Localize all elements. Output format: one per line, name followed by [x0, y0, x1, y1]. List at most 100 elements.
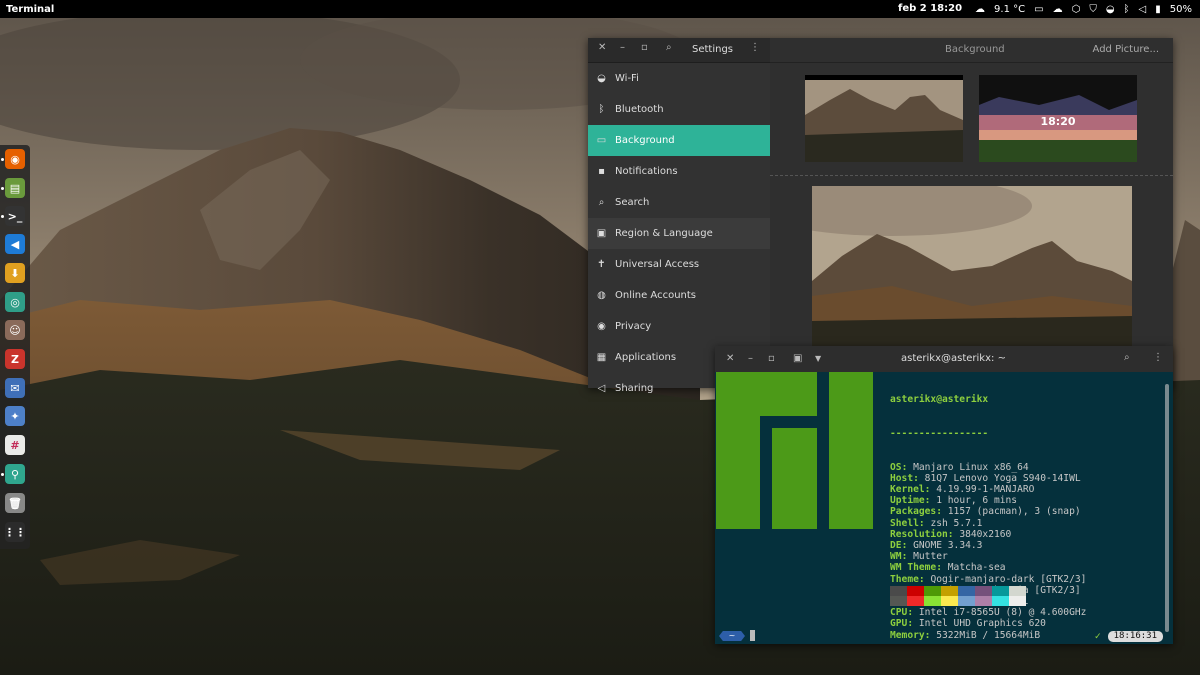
info-value: 5322MiB / 15664MiB — [936, 629, 1041, 641]
sidebar-item-online-accounts[interactable]: ◍ Online Accounts — [588, 280, 770, 311]
info-key: Host — [890, 472, 914, 484]
info-value: 81Q7 Lenovo Yoga S940-14IWL — [924, 472, 1081, 484]
logo-block — [716, 416, 760, 529]
info-value: Intel UHD Graphics 620 — [918, 618, 1046, 630]
vscode-icon[interactable]: ◀ — [5, 234, 25, 254]
trash-icon[interactable]: 🗑 — [5, 493, 25, 513]
info-colon: : — [901, 461, 914, 473]
extension-icon[interactable]: ⬡ — [1072, 4, 1081, 15]
sidebar-item-label: Background — [615, 135, 675, 146]
clock[interactable]: feb 2 18:20 — [898, 3, 962, 14]
cast-icon[interactable]: ▭ — [1034, 4, 1043, 15]
close-icon[interactable]: ✕ — [598, 42, 606, 53]
info-key: GPU — [890, 618, 908, 630]
running-indicator — [1, 473, 4, 476]
palette-column — [975, 586, 992, 606]
kdeconnect-icon[interactable]: ⚲ — [5, 464, 25, 484]
palette-swatch — [975, 586, 992, 596]
add-picture-button[interactable]: Add Picture... — [1093, 44, 1159, 55]
info-colon: : — [918, 573, 931, 585]
sidebar-item-search[interactable]: ⌕ Search — [588, 187, 770, 218]
cloud-icon[interactable]: ☁ — [1053, 4, 1063, 15]
separator-line: ----------------- — [890, 428, 989, 440]
info-colon: : — [924, 484, 937, 496]
vpn-shield-icon[interactable]: ⛉ — [1089, 4, 1097, 15]
battery-icon[interactable]: ▮ — [1155, 4, 1161, 15]
new-tab-icon[interactable]: ▣ — [793, 353, 802, 364]
browser-icon[interactable]: ◎ — [5, 292, 25, 312]
lock-screen-thumbnail[interactable]: 18:20 — [979, 75, 1137, 162]
sidebar-item-wi-fi[interactable]: ◒ Wi-Fi — [588, 63, 770, 94]
info-colon: : — [936, 562, 948, 574]
palette-swatch — [992, 596, 1009, 606]
prompt-status: ✓ 18:16:31 — [1094, 631, 1163, 642]
top-bar: Terminal feb 2 18:20 ☁ 9.1 °C ▭ ☁ ⬡ ⛉ ◒ … — [0, 0, 1200, 18]
search-icon[interactable]: ⌕ — [1124, 352, 1130, 363]
mail-icon[interactable]: ✉ — [5, 378, 25, 398]
check-icon: ✓ — [1094, 631, 1102, 642]
maximize-icon[interactable]: ▫ — [641, 42, 648, 53]
info-colon: : — [913, 472, 925, 484]
minimize-icon[interactable]: – — [748, 353, 753, 364]
sidebar-item-privacy[interactable]: ◉ Privacy — [588, 311, 770, 342]
terminal-scrollbar[interactable] — [1165, 384, 1169, 632]
sidebar-item-background[interactable]: ▭ Background — [588, 125, 770, 156]
info-key: WM Theme — [890, 562, 937, 574]
info-colon: : — [907, 607, 919, 619]
neofetch-line: WM Theme: Matcha-sea — [890, 562, 1086, 573]
close-icon[interactable]: ✕ — [726, 353, 734, 364]
info-key: Shell — [890, 517, 919, 529]
active-app-name[interactable]: Terminal — [0, 4, 54, 15]
palette-column — [941, 586, 958, 606]
info-key: Kernel — [890, 484, 925, 496]
terminal-content[interactable]: asterikx@asterikx ----------------- OS: … — [715, 372, 1173, 644]
info-colon: : — [918, 517, 931, 529]
info-colon: : — [924, 495, 937, 507]
sidebar-item-region-language[interactable]: ▣ Region & Language — [588, 218, 770, 249]
palette-column — [1009, 586, 1026, 606]
sidebar-item-universal-access[interactable]: ✝ Universal Access — [588, 249, 770, 280]
palette-swatch — [907, 586, 924, 596]
slack-icon[interactable]: # — [5, 435, 25, 455]
system-tray[interactable]: ☁ 9.1 °C ▭ ☁ ⬡ ⛉ ◒ ᛒ ◁ ▮ 50% — [975, 0, 1192, 18]
maximize-icon[interactable]: ▫ — [768, 353, 775, 364]
app-grid-icon[interactable]: ⋮⋮ — [4, 522, 26, 542]
files-icon[interactable]: ▤ — [5, 178, 25, 198]
prompt-directory: ~ — [719, 631, 745, 641]
menu-icon[interactable]: ⋮ — [1153, 352, 1163, 363]
divider — [770, 175, 1173, 176]
firefox-icon[interactable]: ◉ — [5, 149, 25, 169]
palette-swatch — [924, 596, 941, 606]
logo-block — [829, 372, 873, 529]
neofetch-line: Memory: 5322MiB / 15664MiB — [890, 630, 1086, 641]
info-key: Uptime — [890, 495, 925, 507]
palette-column — [924, 586, 941, 606]
wifi-icon[interactable]: ◒ — [1106, 4, 1115, 15]
desktop-background-thumbnail[interactable] — [805, 75, 963, 162]
sidebar-item-label: Region & Language — [615, 228, 713, 239]
search-icon[interactable]: ⌕ — [666, 42, 672, 53]
sidebar-item-notifications[interactable]: ▪ Notifications — [588, 156, 770, 187]
terminal-headerbar: ✕ – ▫ ▣ ▼ asterikx@asterikx: ~ ⌕ ⋮ — [715, 346, 1173, 372]
palette-swatch — [941, 586, 958, 596]
weather-text[interactable]: 9.1 °C — [994, 4, 1025, 15]
palette-swatch — [890, 586, 907, 596]
chevron-down-icon[interactable]: ▼ — [815, 354, 821, 363]
info-key: Theme — [890, 573, 919, 585]
settings-sidebar: ✕ – ▫ ⌕ Settings ⋮ ◒ Wi-Fi ᛒ Bluetooth ▭ Back… — [588, 38, 770, 394]
download-icon[interactable]: ⬇ — [5, 263, 25, 283]
terminal-icon[interactable]: >_ — [5, 206, 25, 226]
info-key: Packages — [890, 506, 937, 518]
avatar-app-icon[interactable]: ☺ — [5, 320, 25, 340]
volume-icon[interactable]: ◁ — [1139, 4, 1147, 15]
thunderbird-icon[interactable]: ✦ — [5, 406, 25, 426]
neofetch-line: Theme: Qogir-manjaro-dark [GTK2/3] — [890, 574, 1086, 585]
bluetooth-icon[interactable]: ᛒ — [1124, 4, 1130, 15]
sidebar-item-bluetooth[interactable]: ᛒ Bluetooth — [588, 94, 770, 125]
palette-swatch — [907, 596, 924, 606]
running-indicator — [1, 215, 4, 218]
settings-headerbar: ✕ – ▫ ⌕ Settings ⋮ — [588, 38, 770, 63]
filezilla-icon[interactable]: Z — [5, 349, 25, 369]
minimize-icon[interactable]: – — [620, 42, 625, 53]
menu-icon[interactable]: ⋮ — [750, 42, 760, 53]
